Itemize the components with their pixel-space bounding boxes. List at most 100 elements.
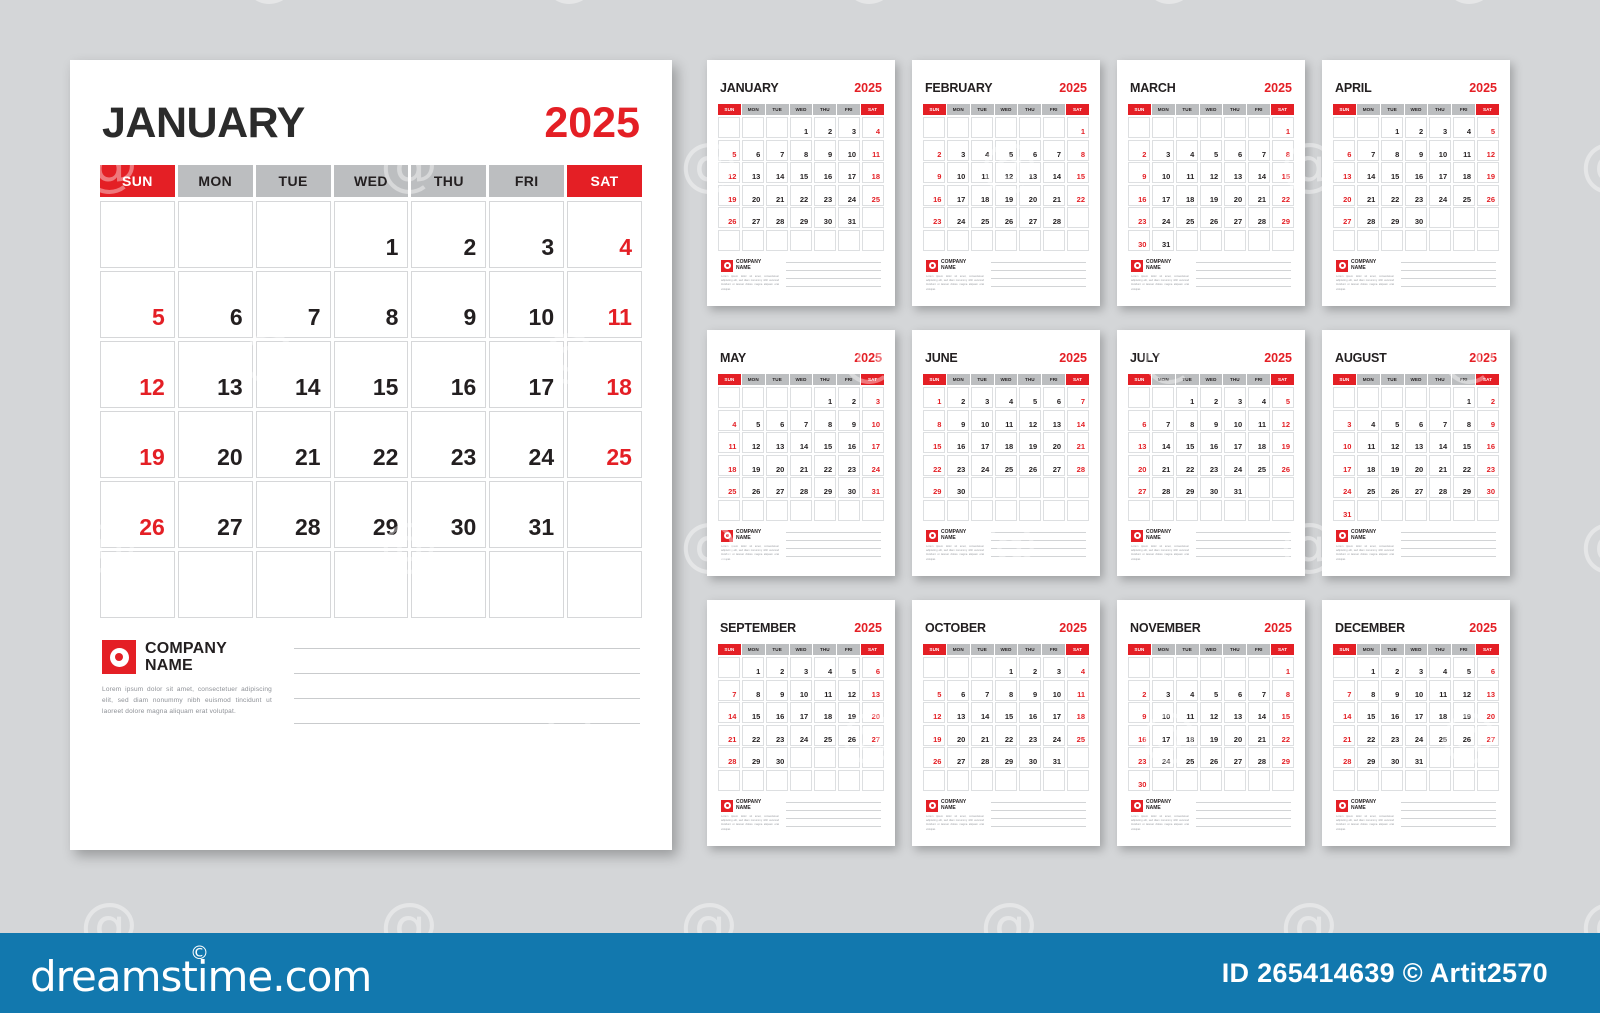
day-cell[interactable]: 17 xyxy=(1042,702,1066,723)
day-cell[interactable]: 25 xyxy=(1175,747,1199,768)
day-cell[interactable]: 17 xyxy=(837,162,861,183)
day-cell[interactable]: 31 xyxy=(1404,747,1428,768)
day-cell[interactable]: 18 xyxy=(994,432,1018,453)
day-cell[interactable]: 19 xyxy=(1380,454,1404,476)
day-cell[interactable]: 26 xyxy=(923,747,946,768)
day-cell[interactable]: 24 xyxy=(837,184,861,206)
day-cell[interactable]: 28 xyxy=(1428,477,1452,498)
day-cell[interactable]: 5 xyxy=(1271,387,1294,408)
day-cell[interactable]: 23 xyxy=(1128,747,1151,768)
day-cell[interactable]: 10 xyxy=(1042,679,1066,701)
day-cell[interactable]: 3 xyxy=(489,201,565,268)
day-cell[interactable]: 30 xyxy=(837,477,861,498)
day-cell[interactable]: 26 xyxy=(1271,454,1294,476)
day-cell[interactable]: 14 xyxy=(718,702,741,723)
day-cell[interactable]: 1 xyxy=(1380,117,1404,138)
day-cell[interactable]: 14 xyxy=(1428,432,1452,453)
day-cell[interactable]: 12 xyxy=(1018,409,1042,431)
day-cell[interactable]: 4 xyxy=(970,139,994,161)
day-cell[interactable]: 18 xyxy=(718,454,741,476)
day-cell[interactable]: 23 xyxy=(923,207,946,228)
day-cell[interactable]: 22 xyxy=(1175,454,1199,476)
day-cell[interactable]: 20 xyxy=(1018,184,1042,206)
day-cell[interactable]: 31 xyxy=(489,481,565,548)
day-cell[interactable]: 30 xyxy=(946,477,970,498)
day-cell[interactable]: 11 xyxy=(1175,162,1199,183)
day-cell[interactable]: 2 xyxy=(923,139,946,161)
day-cell[interactable]: 28 xyxy=(1247,207,1271,228)
day-cell[interactable]: 7 xyxy=(1066,387,1089,408)
day-cell[interactable]: 4 xyxy=(1428,657,1452,678)
day-cell[interactable]: 18 xyxy=(567,341,642,408)
day-cell[interactable]: 25 xyxy=(1428,724,1452,746)
day-cell[interactable]: 9 xyxy=(813,139,837,161)
day-cell[interactable]: 12 xyxy=(994,162,1018,183)
day-cell[interactable]: 21 xyxy=(1333,724,1356,746)
day-cell[interactable]: 6 xyxy=(1018,139,1042,161)
day-cell[interactable]: 1 xyxy=(789,117,813,138)
day-cell[interactable]: 7 xyxy=(1042,139,1066,161)
day-cell[interactable]: 1 xyxy=(1452,387,1476,408)
day-cell[interactable]: 14 xyxy=(255,341,331,408)
day-cell[interactable]: 9 xyxy=(1128,162,1151,183)
day-cell[interactable]: 12 xyxy=(1199,162,1223,183)
day-cell[interactable]: 9 xyxy=(1404,139,1428,161)
day-cell[interactable]: 18 xyxy=(1247,432,1271,453)
day-cell[interactable]: 17 xyxy=(946,184,970,206)
day-cell[interactable]: 6 xyxy=(1223,679,1247,701)
day-cell[interactable]: 24 xyxy=(1333,477,1356,498)
day-cell[interactable]: 3 xyxy=(1223,387,1247,408)
day-cell[interactable]: 11 xyxy=(1452,139,1476,161)
day-cell[interactable]: 8 xyxy=(923,409,946,431)
day-cell[interactable]: 22 xyxy=(994,724,1018,746)
day-cell[interactable]: 28 xyxy=(255,481,331,548)
day-cell[interactable]: 10 xyxy=(946,162,970,183)
day-cell[interactable]: 3 xyxy=(861,387,884,408)
day-cell[interactable]: 23 xyxy=(1128,207,1151,228)
day-cell[interactable]: 25 xyxy=(1452,184,1476,206)
day-cell[interactable]: 4 xyxy=(718,409,741,431)
day-cell[interactable]: 14 xyxy=(1151,432,1175,453)
day-cell[interactable]: 15 xyxy=(1271,702,1294,723)
day-cell[interactable]: 20 xyxy=(177,411,253,478)
day-cell[interactable]: 28 xyxy=(1247,747,1271,768)
day-cell[interactable]: 3 xyxy=(837,117,861,138)
day-cell[interactable]: 22 xyxy=(789,184,813,206)
day-cell[interactable]: 19 xyxy=(837,702,861,723)
day-cell[interactable]: 16 xyxy=(1404,162,1428,183)
day-cell[interactable]: 17 xyxy=(1428,162,1452,183)
day-cell[interactable]: 5 xyxy=(718,139,741,161)
day-cell[interactable]: 28 xyxy=(765,207,789,228)
day-cell[interactable]: 6 xyxy=(1333,139,1356,161)
day-cell[interactable]: 22 xyxy=(1271,184,1294,206)
day-cell[interactable]: 20 xyxy=(1476,702,1499,723)
day-cell[interactable]: 3 xyxy=(1042,657,1066,678)
day-cell[interactable]: 28 xyxy=(970,747,994,768)
day-cell[interactable]: 13 xyxy=(1042,409,1066,431)
day-cell[interactable]: 10 xyxy=(1151,702,1175,723)
day-cell[interactable]: 3 xyxy=(789,657,813,678)
day-cell[interactable]: 17 xyxy=(789,702,813,723)
day-cell[interactable]: 4 xyxy=(813,657,837,678)
day-cell[interactable]: 2 xyxy=(1128,139,1151,161)
day-cell[interactable]: 4 xyxy=(1247,387,1271,408)
day-cell[interactable]: 13 xyxy=(1128,432,1151,453)
day-cell[interactable]: 30 xyxy=(1128,229,1151,251)
day-cell[interactable]: 13 xyxy=(1018,162,1042,183)
day-cell[interactable]: 11 xyxy=(567,271,642,338)
day-cell[interactable]: 23 xyxy=(946,454,970,476)
day-cell[interactable]: 2 xyxy=(946,387,970,408)
day-cell[interactable]: 8 xyxy=(789,139,813,161)
day-cell[interactable]: 10 xyxy=(1428,139,1452,161)
day-cell[interactable]: 23 xyxy=(1380,724,1404,746)
day-cell[interactable]: 8 xyxy=(1452,409,1476,431)
day-cell[interactable]: 14 xyxy=(1247,702,1271,723)
day-cell[interactable]: 5 xyxy=(1199,139,1223,161)
day-cell[interactable]: 5 xyxy=(1476,117,1499,138)
day-cell[interactable]: 17 xyxy=(489,341,565,408)
day-cell[interactable]: 28 xyxy=(1042,207,1066,228)
day-cell[interactable]: 19 xyxy=(1018,432,1042,453)
day-cell[interactable]: 15 xyxy=(813,432,837,453)
day-cell[interactable]: 18 xyxy=(861,162,884,183)
month-card-april[interactable]: APRIL 2025 SUN MON TUE WED THU FRI SAT 1 2 3 4 5 6 7 8 9 1… xyxy=(1322,60,1510,306)
